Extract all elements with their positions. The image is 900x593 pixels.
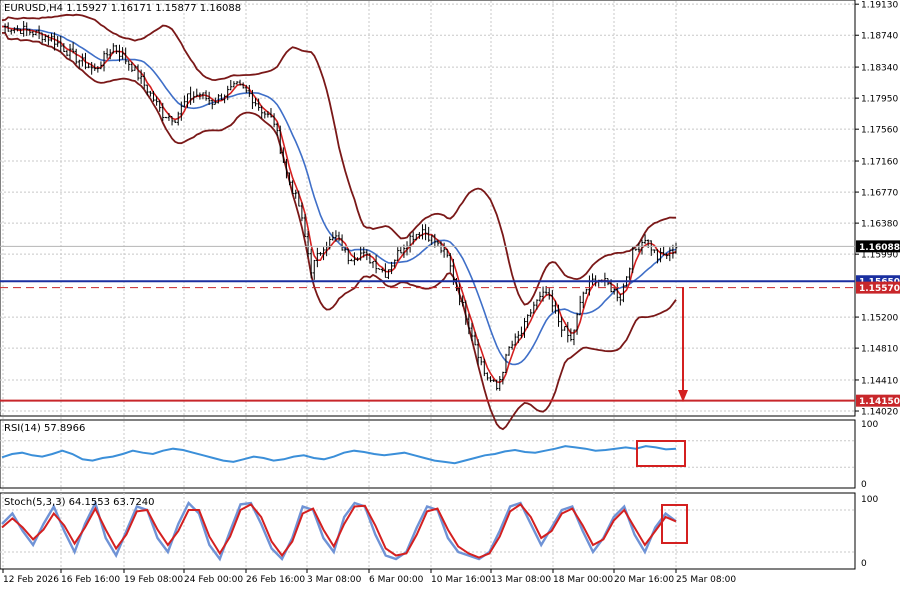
time-tick-label: 26 Feb 16:00 [246,575,305,585]
price-tick-label: 1.14410 [861,376,898,386]
stoch-tick-label: 100 [861,495,878,505]
price-level-label: 1.15570 [856,281,900,294]
price-tick-label: 1.16770 [861,189,898,199]
time-tick-label: 3 Mar 08:00 [307,575,362,585]
rsi-title: RSI(14) 57.8966 [4,423,85,434]
time-tick-label: 16 Feb 16:00 [61,575,120,585]
time-tick-label: 10 Mar 16:00 [431,575,491,585]
price-tick-label: 1.18340 [861,64,898,74]
price-level-label-text: 1.16088 [859,243,900,253]
price-tick-label: 1.17160 [861,158,898,168]
price-tick-label: 1.17950 [861,95,898,105]
time-tick-label: 6 Mar 00:00 [369,575,424,585]
eurusd-chart-window: 1.19130 1.18740 1.18340 1.17950 1.17560 1.171… [0,0,900,589]
price-level-label-text: 1.14150 [859,397,900,407]
time-tick-label: 25 Mar 08:00 [676,575,736,585]
price-tick-label: 1.19130 [861,1,898,11]
price-tick-label: 1.14020 [861,408,898,418]
price-tick-label: 1.17560 [861,126,898,136]
stoch-title: Stoch(5,3,3) 64.1553 63.7240 [4,497,155,508]
chart-title: EURUSD,H4 1.15927 1.16171 1.15877 1.1608… [4,3,241,14]
time-tick-label: 13 Mar 08:00 [491,575,551,585]
price-tick-label: 1.14810 [861,345,898,355]
price-tick-label: 1.16380 [861,220,898,230]
price-tick-label: 1.15200 [861,314,898,324]
price-level-label: 1.14150 [856,394,900,407]
rsi-tick-label: 0 [861,480,867,490]
price-level-label: 1.16088 [856,240,900,253]
time-tick-label: 12 Feb 2026 [3,575,59,585]
time-tick-label: 18 Mar 00:00 [553,575,613,585]
time-tick-label: 24 Feb 00:00 [184,575,243,585]
price-level-label-text: 1.15570 [859,284,900,294]
time-tick-label: 19 Feb 08:00 [124,575,183,585]
stoch-tick-label: 0 [861,559,867,569]
price-tick-label: 1.18740 [861,32,898,42]
time-tick-label: 20 Mar 16:00 [614,575,674,585]
rsi-tick-label: 100 [861,420,878,430]
